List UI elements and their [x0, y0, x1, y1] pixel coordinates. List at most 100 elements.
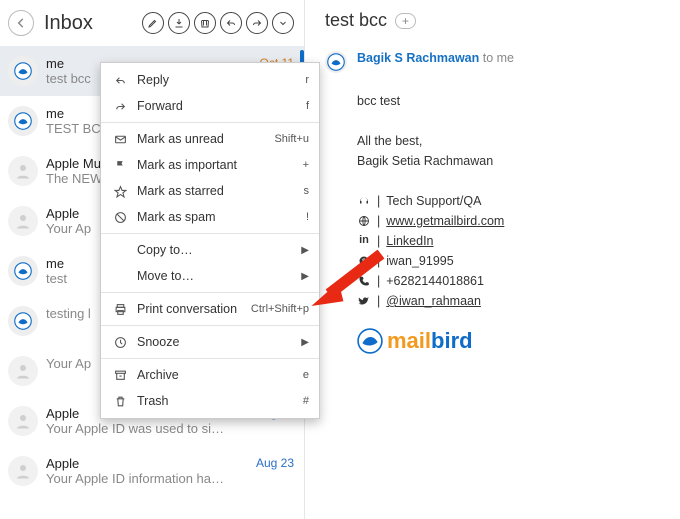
menu-item-label: Copy to… [137, 243, 301, 257]
menu-shortcut: f [306, 100, 309, 112]
menu-shortcut: e [303, 369, 309, 381]
menu-shortcut: + [303, 159, 309, 171]
to-text: to me [483, 51, 514, 65]
menu-separator [101, 358, 319, 359]
print-icon [111, 303, 129, 316]
avatar [8, 156, 38, 186]
menu-item-mark-as-important[interactable]: Mark as important+ [101, 152, 319, 178]
menu-separator [101, 292, 319, 293]
avatar [8, 256, 38, 286]
from-line: Bagik S Rachmawan to me [357, 51, 514, 73]
menu-item-label: Mark as important [137, 158, 303, 172]
menu-item-label: Reply [137, 73, 305, 87]
avatar [325, 51, 347, 73]
menu-item-label: Mark as starred [137, 184, 304, 198]
skype-icon: S [357, 255, 371, 267]
avatar [8, 406, 38, 436]
folder-title: Inbox [44, 12, 142, 35]
mail-icon [111, 133, 129, 146]
back-button[interactable] [8, 10, 34, 36]
message-row[interactable]: AppleYour Apple ID information has… Aug 2… [0, 446, 304, 496]
menu-item-move-to[interactable]: Move to…▶ [101, 263, 319, 289]
signature-link[interactable]: www.getmailbird.com [386, 211, 504, 231]
signature-row: in| LinkedIn [357, 231, 660, 251]
body-line: bcc test [357, 91, 660, 111]
reply-button[interactable] [220, 12, 242, 34]
signature-link[interactable]: LinkedIn [386, 231, 433, 251]
menu-item-label: Archive [137, 368, 303, 382]
reader-subject: test bcc [325, 10, 387, 31]
menu-separator [101, 233, 319, 234]
menu-item-label: Snooze [137, 335, 301, 349]
avatar [8, 306, 38, 336]
chevron-right-icon: ▶ [301, 271, 309, 282]
message-body: bcc test All the best, Bagik Setia Rachm… [325, 91, 660, 358]
linkedin-icon: in [357, 232, 371, 250]
menu-item-snooze[interactable]: Snooze▶ [101, 329, 319, 355]
delete-button[interactable] [194, 12, 216, 34]
row-subject: Your Apple ID information has… [46, 471, 226, 486]
closing-1: All the best, [357, 131, 660, 151]
menu-item-mark-as-starred[interactable]: Mark as starreds [101, 178, 319, 204]
row-date: Aug 23 [256, 456, 294, 470]
menu-item-label: Forward [137, 99, 306, 113]
menu-separator [101, 325, 319, 326]
row-subject: Your Apple ID was used to sig… [46, 421, 226, 436]
download-button[interactable] [168, 12, 190, 34]
menu-item-archive[interactable]: Archivee [101, 362, 319, 388]
menu-shortcut: ! [306, 211, 309, 223]
forward-button[interactable] [246, 12, 268, 34]
avatar [8, 356, 38, 386]
closing-2: Bagik Setia Rachmawan [357, 151, 660, 171]
signature-text: +6282144018861 [386, 271, 484, 291]
phone-icon [357, 275, 371, 287]
add-label-button[interactable]: + [395, 13, 416, 29]
avatar [8, 56, 38, 86]
menu-shortcut: s [304, 185, 310, 197]
twitter-icon [357, 295, 371, 307]
row-sender: Apple [46, 456, 248, 471]
menu-item-mark-as-spam[interactable]: Mark as spam! [101, 204, 319, 230]
menu-item-copy-to[interactable]: Copy to…▶ [101, 237, 319, 263]
compose-button[interactable] [142, 12, 164, 34]
archive-icon [111, 369, 129, 382]
signature-text: Tech Support/QA [386, 191, 481, 211]
reply-icon [111, 74, 129, 87]
trash-icon [111, 395, 129, 408]
signature-text: iwan_91995 [386, 251, 453, 271]
mailbird-logo: mailbird [357, 323, 660, 358]
menu-item-label: Print conversation [137, 302, 251, 316]
avatar [8, 206, 38, 236]
star-icon [111, 185, 129, 198]
signature-row: | Tech Support/QA [357, 191, 660, 211]
menu-item-label: Mark as spam [137, 210, 306, 224]
signature-link[interactable]: @iwan_rahmaan [386, 291, 481, 311]
menu-item-label: Mark as unread [137, 132, 274, 146]
more-button[interactable] [272, 12, 294, 34]
menu-item-mark-as-unread[interactable]: Mark as unreadShift+u [101, 126, 319, 152]
avatar [8, 106, 38, 136]
signature-row: | +6282144018861 [357, 271, 660, 291]
menu-shortcut: Ctrl+Shift+p [251, 303, 309, 315]
menu-item-print-conversation[interactable]: Print conversationCtrl+Shift+p [101, 296, 319, 322]
menu-item-forward[interactable]: Forwardf [101, 93, 319, 119]
signature-row: S| iwan_91995 [357, 251, 660, 271]
menu-item-reply[interactable]: Replyr [101, 67, 319, 93]
signature-row: | www.getmailbird.com [357, 211, 660, 231]
menu-separator [101, 122, 319, 123]
sender-name: Bagik S Rachmawan [357, 51, 479, 65]
chevron-right-icon: ▶ [301, 245, 309, 256]
globe-icon [357, 215, 371, 227]
toolbar [142, 12, 294, 34]
headset-icon [357, 195, 371, 207]
menu-shortcut: r [305, 74, 309, 86]
forward-icon [111, 100, 129, 113]
svg-text:S: S [362, 259, 366, 265]
menu-item-label: Move to… [137, 269, 301, 283]
menu-item-label: Trash [137, 394, 303, 408]
menu-item-trash[interactable]: Trash# [101, 388, 319, 414]
menu-shortcut: Shift+u [274, 133, 309, 145]
avatar [8, 456, 38, 486]
context-menu: ReplyrForwardfMark as unreadShift+uMark … [100, 62, 320, 419]
flag-icon [111, 159, 129, 172]
